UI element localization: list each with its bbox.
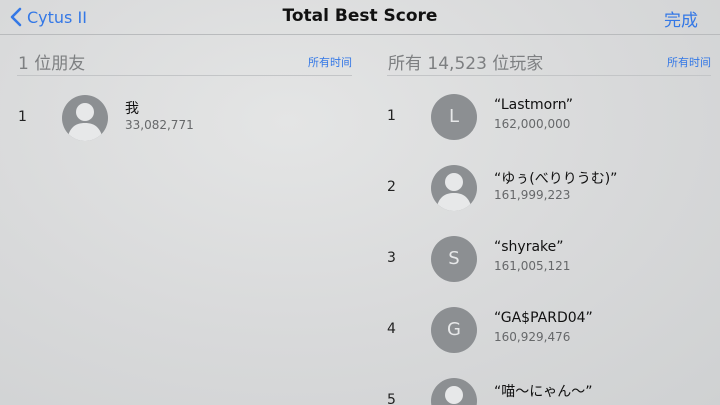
player-name: 我 [125,101,139,117]
friends-list-row[interactable]: 1 我 33,082,771 [18,95,348,141]
leaderboard-row[interactable]: 1 L “Lastmorn” 162,000,000 [387,94,707,140]
rank-number: 5 [387,392,396,405]
done-button[interactable]: 完成 [664,6,698,31]
friends-section-header: 1 位朋友 所有时间 [17,49,352,76]
player-name: “GA$PARD04” [494,310,593,326]
chevron-left-icon [10,7,22,27]
navigation-bar: Cytus II Total Best Score 完成 [0,0,720,35]
avatar-initial: S [431,236,477,282]
player-score: 161,999,223 [494,188,571,202]
rank-number: 4 [387,321,396,337]
player-score: 33,082,771 [125,118,194,132]
player-score: 162,000,000 [494,117,571,131]
player-name: “shyrake” [494,239,564,255]
rank-number: 3 [387,250,396,266]
rank-number: 2 [387,179,396,195]
leaderboard-row[interactable]: 2 “ゆぅ(べりりうむ)” 161,999,223 [387,165,707,211]
player-score: 160,929,476 [494,330,571,344]
all-players-count-label: 所有 14,523 位玩家 [388,54,544,74]
back-label: Cytus II [27,7,87,27]
person-silhouette-icon [431,165,477,211]
person-silhouette-icon [431,378,477,405]
rank-number: 1 [18,109,27,125]
all-players-time-filter[interactable]: 所有时间 [667,54,711,70]
friends-time-filter[interactable]: 所有时间 [308,54,352,70]
all-players-section-header: 所有 14,523 位玩家 所有时间 [387,49,711,76]
rank-number: 1 [387,108,396,124]
friends-count-label: 1 位朋友 [18,54,86,74]
leaderboard-row[interactable]: 4 G “GA$PARD04” 160,929,476 [387,307,707,353]
leaderboard-row[interactable]: 3 S “shyrake” 161,005,121 [387,236,707,282]
back-button[interactable]: Cytus II [10,5,87,29]
person-silhouette-icon [62,95,108,141]
player-score: 161,005,121 [494,259,571,273]
leaderboard-row[interactable]: 5 “喵～にゃん～” [387,378,707,405]
avatar-initial: G [431,307,477,353]
avatar-initial: L [431,94,477,140]
player-name: “ゆぅ(べりりうむ)” [494,171,618,187]
page-title: Total Best Score [282,6,438,26]
player-name: “喵～にゃん～” [494,384,593,400]
player-name: “Lastmorn” [494,97,574,113]
